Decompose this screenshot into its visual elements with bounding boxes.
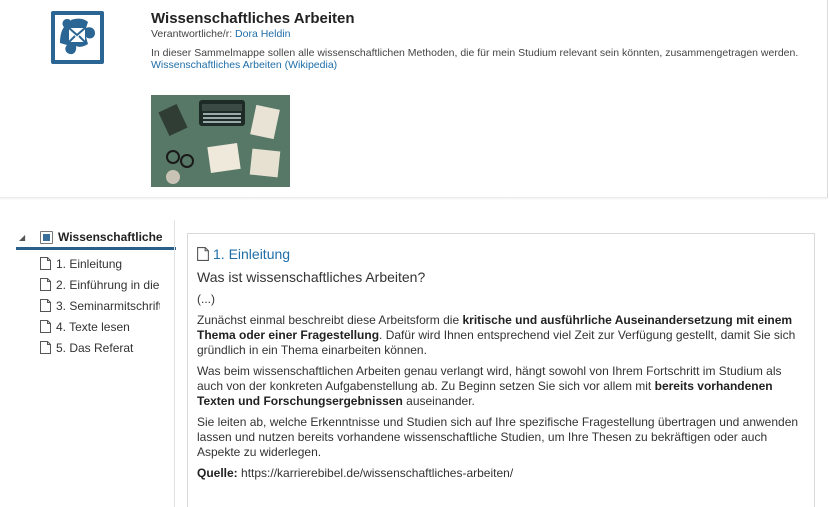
page-icon (40, 257, 51, 270)
active-root-underline (16, 247, 176, 250)
tree-item-einfuehrung[interactable]: 2. Einführung in die Thematik (14, 274, 174, 295)
tree-children: 1. Einleitung 2. Einführung in die Thema… (14, 253, 174, 358)
collection-tree: ◢ Wissenschaftliches Arbeiten 1. Einleit… (14, 228, 176, 358)
tree-item-label: 5. Das Referat (56, 340, 134, 355)
responsible-line: Verantwortliche/r: Dora Heldin (151, 28, 811, 41)
page-content-panel: 1. Einleitung Was ist wissenschaftliches… (187, 233, 815, 507)
source-url: https://karrierebibel.de/wissenschaftlic… (237, 466, 514, 480)
tree-item-label: 1. Einleitung (56, 256, 123, 271)
section-title: 1. Einleitung (213, 246, 291, 262)
responsible-label: Verantwortliche/r: (151, 28, 233, 40)
sidebar-divider (174, 220, 175, 507)
wikipedia-link[interactable]: Wissenschaftliches Arbeiten (Wikipedia) (151, 59, 811, 72)
tree-item-texte-lesen[interactable]: 4. Texte lesen (14, 316, 174, 337)
paragraph-1: Zunächst einmal beschreibt diese Arbeits… (197, 313, 805, 358)
tree-item-referat[interactable]: 5. Das Referat (14, 337, 174, 358)
tree-item-einleitung[interactable]: 1. Einleitung (14, 253, 174, 274)
collection-image (151, 95, 290, 187)
tree-root-item[interactable]: ◢ Wissenschaftliches Arbeiten (14, 228, 174, 246)
paragraph-3: Sie leiten ab, welche Erkenntnisse und S… (197, 415, 799, 459)
collection-description: In dieser Sammelmappe sollen alle wissen… (151, 47, 799, 59)
collection-title: Wissenschaftliches Arbeiten (151, 10, 355, 27)
page-icon (40, 320, 51, 333)
source-line: Quelle: https://karrierebibel.de/wissens… (197, 466, 805, 481)
page-icon (40, 278, 51, 291)
paragraph-text: Zunächst einmal beschreibt diese Arbeits… (197, 313, 463, 327)
page-icon (40, 299, 51, 312)
content-subtitle: Was ist wissenschaftliches Arbeiten? (197, 269, 426, 285)
page-icon (40, 341, 51, 354)
page-icon (197, 247, 209, 261)
section-heading: 1. Einleitung (197, 245, 805, 263)
collapse-triangle-icon[interactable]: ◢ (19, 233, 31, 242)
tree-item-seminarmitschrift[interactable]: 3. Seminarmitschrift (14, 295, 174, 316)
source-label: Quelle: (197, 466, 238, 480)
collection-icon (40, 230, 53, 244)
tree-item-label: 2. Einführung in die Thematik (56, 277, 160, 292)
tree-item-label: 3. Seminarmitschrift (56, 298, 160, 313)
tree-root-label: Wissenschaftliches Arbeiten (58, 230, 162, 244)
paragraph-2: Was beim wissenschaftlichen Arbeiten gen… (197, 364, 805, 409)
collection-header: Wissenschaftliches Arbeiten Verantwortli… (0, 0, 828, 200)
puzzle-icon (51, 11, 104, 64)
ellipsis-text: (...) (197, 292, 215, 306)
paragraph-text: auseinander. (402, 394, 475, 408)
tree-item-label: 4. Texte lesen (56, 319, 130, 334)
responsible-user-link[interactable]: Dora Heldin (235, 28, 290, 40)
